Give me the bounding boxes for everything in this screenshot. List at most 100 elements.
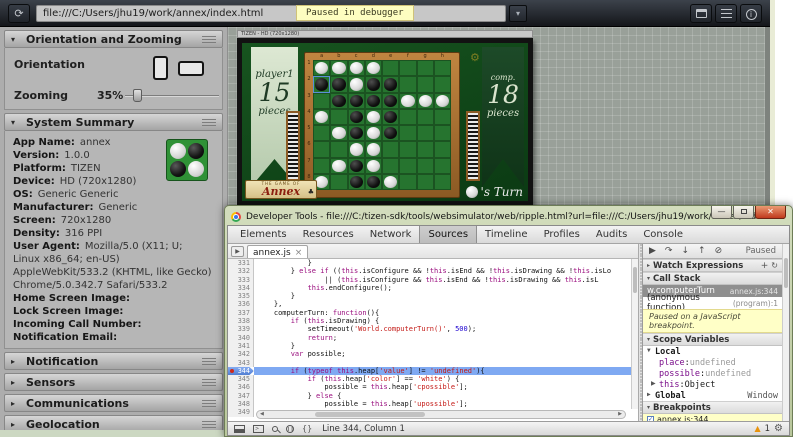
- scrollbar-thumb[interactable]: [784, 258, 788, 288]
- board-cell[interactable]: [434, 109, 451, 125]
- board-cell[interactable]: [365, 60, 382, 76]
- board-cell[interactable]: [330, 76, 347, 92]
- line-number-gutter[interactable]: 341: [228, 342, 254, 350]
- code-line[interactable]: 340 return;: [228, 334, 638, 342]
- board-cell[interactable]: [313, 60, 330, 76]
- code-text[interactable]: return;: [254, 334, 638, 342]
- drag-grip-icon[interactable]: [202, 358, 216, 365]
- scrollbar-thumb[interactable]: [315, 412, 425, 417]
- code-line[interactable]: 345 if (this.heap['color'] == 'white') {: [228, 375, 638, 383]
- board-cell[interactable]: [399, 76, 416, 92]
- code-text[interactable]: computerTurn: function(){: [254, 309, 638, 317]
- code-horizontal-scrollbar[interactable]: ◀ ▶: [256, 410, 626, 419]
- scope-group[interactable]: ▼Local: [643, 346, 782, 357]
- board-cell[interactable]: [313, 125, 330, 141]
- board-cell[interactable]: [434, 158, 451, 174]
- section-header-notification[interactable]: ▸Notification: [4, 352, 223, 370]
- sidebar-scrollbar[interactable]: [782, 244, 789, 421]
- code-line[interactable]: 348 possible = this.heap['upossible'];: [228, 400, 638, 408]
- code-text[interactable]: possible = this.heap['upossible'];: [254, 400, 638, 408]
- board-cell[interactable]: [313, 76, 330, 92]
- scope-group[interactable]: ▶GlobalWindow: [643, 390, 782, 401]
- line-number-gutter[interactable]: 342: [228, 350, 254, 358]
- panel-toggle-button[interactable]: [690, 4, 712, 23]
- url-field[interactable]: file:///C:/Users/jhu19/work/annex/index.…: [36, 5, 506, 22]
- code-text[interactable]: },: [254, 300, 638, 308]
- board-cell[interactable]: [330, 93, 347, 109]
- code-line[interactable]: 339 setTimeout('World.computerTurn()', 5…: [228, 325, 638, 333]
- board-cell[interactable]: [348, 141, 365, 157]
- reload-button[interactable]: ⟳: [8, 4, 30, 23]
- board-cell[interactable]: [330, 60, 347, 76]
- call-stack-header[interactable]: ▾ Call Stack: [643, 272, 782, 285]
- menu-button[interactable]: [715, 4, 737, 23]
- line-number-gutter[interactable]: 344: [228, 367, 254, 375]
- code-text[interactable]: possible = this.heap['cpossible'];: [254, 383, 638, 391]
- line-number-gutter[interactable]: 345: [228, 375, 254, 383]
- watch-expressions-header[interactable]: ▸ Watch Expressions + ↻: [643, 259, 782, 272]
- code-text[interactable]: setTimeout('World.computerTurn()', 500);: [254, 325, 638, 333]
- board-cell[interactable]: [417, 60, 434, 76]
- drag-grip-icon[interactable]: [202, 379, 216, 386]
- board-cell[interactable]: [434, 76, 451, 92]
- deactivate-breakpoints-button[interactable]: ⊘: [715, 246, 723, 256]
- board-cell[interactable]: [399, 174, 416, 190]
- board-cell[interactable]: [434, 174, 451, 190]
- section-header-sensors[interactable]: ▸Sensors: [4, 373, 223, 391]
- code-line[interactable]: 334 this.endConfigure();: [228, 284, 638, 292]
- orientation-portrait-icon[interactable]: [153, 56, 168, 80]
- file-tab-annexjs[interactable]: annex.js ×: [247, 245, 308, 258]
- board-cell[interactable]: [417, 76, 434, 92]
- scope-variables-header[interactable]: ▾ Scope Variables: [643, 333, 782, 346]
- code-text[interactable]: var possible;: [254, 350, 638, 358]
- code-line[interactable]: 335 }: [228, 292, 638, 300]
- breakpoints-header[interactable]: ▾ Breakpoints: [643, 401, 782, 414]
- line-number-gutter[interactable]: 338: [228, 317, 254, 325]
- board-cell[interactable]: [399, 109, 416, 125]
- board-cell[interactable]: [434, 60, 451, 76]
- line-number-gutter[interactable]: 334: [228, 284, 254, 292]
- scrollbar-thumb[interactable]: [633, 267, 637, 293]
- search-icon[interactable]: [272, 426, 278, 432]
- tab-timeline[interactable]: Timeline: [477, 226, 536, 243]
- section-header-orientation-zooming[interactable]: ▾ Orientation and Zooming: [4, 30, 223, 48]
- code-vertical-scrollbar[interactable]: [631, 259, 638, 409]
- code-text[interactable]: } else if ((this.isConfigure && !this.is…: [254, 267, 638, 275]
- board-cell[interactable]: [417, 174, 434, 190]
- info-button[interactable]: i: [740, 4, 762, 23]
- drag-grip-icon[interactable]: [202, 421, 216, 428]
- board-cell[interactable]: [434, 93, 451, 109]
- board-cell[interactable]: [382, 60, 399, 76]
- code-text[interactable]: if (this.heap['color'] == 'white') {: [254, 375, 638, 383]
- line-number-gutter[interactable]: 335: [228, 292, 254, 300]
- code-line[interactable]: 338 if (this.isDrawing) {: [228, 317, 638, 325]
- scope-variable[interactable]: place: undefined: [643, 357, 782, 368]
- code-line[interactable]: 331 }: [228, 259, 638, 267]
- drag-grip-icon[interactable]: [202, 400, 216, 407]
- refresh-icon[interactable]: ↻: [771, 261, 778, 270]
- board-cell[interactable]: [399, 158, 416, 174]
- close-tab-icon[interactable]: ×: [295, 248, 303, 258]
- board-cell[interactable]: [417, 125, 434, 141]
- board-cell[interactable]: [399, 141, 416, 157]
- line-number-gutter[interactable]: 331: [228, 259, 254, 267]
- board-cell[interactable]: [348, 93, 365, 109]
- code-line[interactable]: 336 },: [228, 300, 638, 308]
- code-line[interactable]: 344 if (typeof this.heap['value'] != 'un…: [228, 367, 638, 375]
- board-cell[interactable]: [365, 158, 382, 174]
- add-watch-icon[interactable]: +: [761, 261, 769, 271]
- board-cell[interactable]: [330, 109, 347, 125]
- line-number-gutter[interactable]: 348: [228, 400, 254, 408]
- board-cell[interactable]: [382, 141, 399, 157]
- navigator-toggle-icon[interactable]: ▶: [231, 246, 244, 257]
- line-number-gutter[interactable]: 347: [228, 392, 254, 400]
- line-number-gutter[interactable]: 343: [228, 359, 254, 367]
- line-number-gutter[interactable]: 339: [228, 325, 254, 333]
- scroll-right-icon[interactable]: ▶: [618, 411, 622, 417]
- board-cell[interactable]: [382, 158, 399, 174]
- tab-resources[interactable]: Resources: [295, 226, 362, 243]
- warning-icon[interactable]: ▲: [754, 424, 760, 433]
- settings-gear-icon[interactable]: ⚙: [774, 423, 783, 434]
- resume-button[interactable]: ▶: [649, 246, 656, 256]
- board-cell[interactable]: [330, 174, 347, 190]
